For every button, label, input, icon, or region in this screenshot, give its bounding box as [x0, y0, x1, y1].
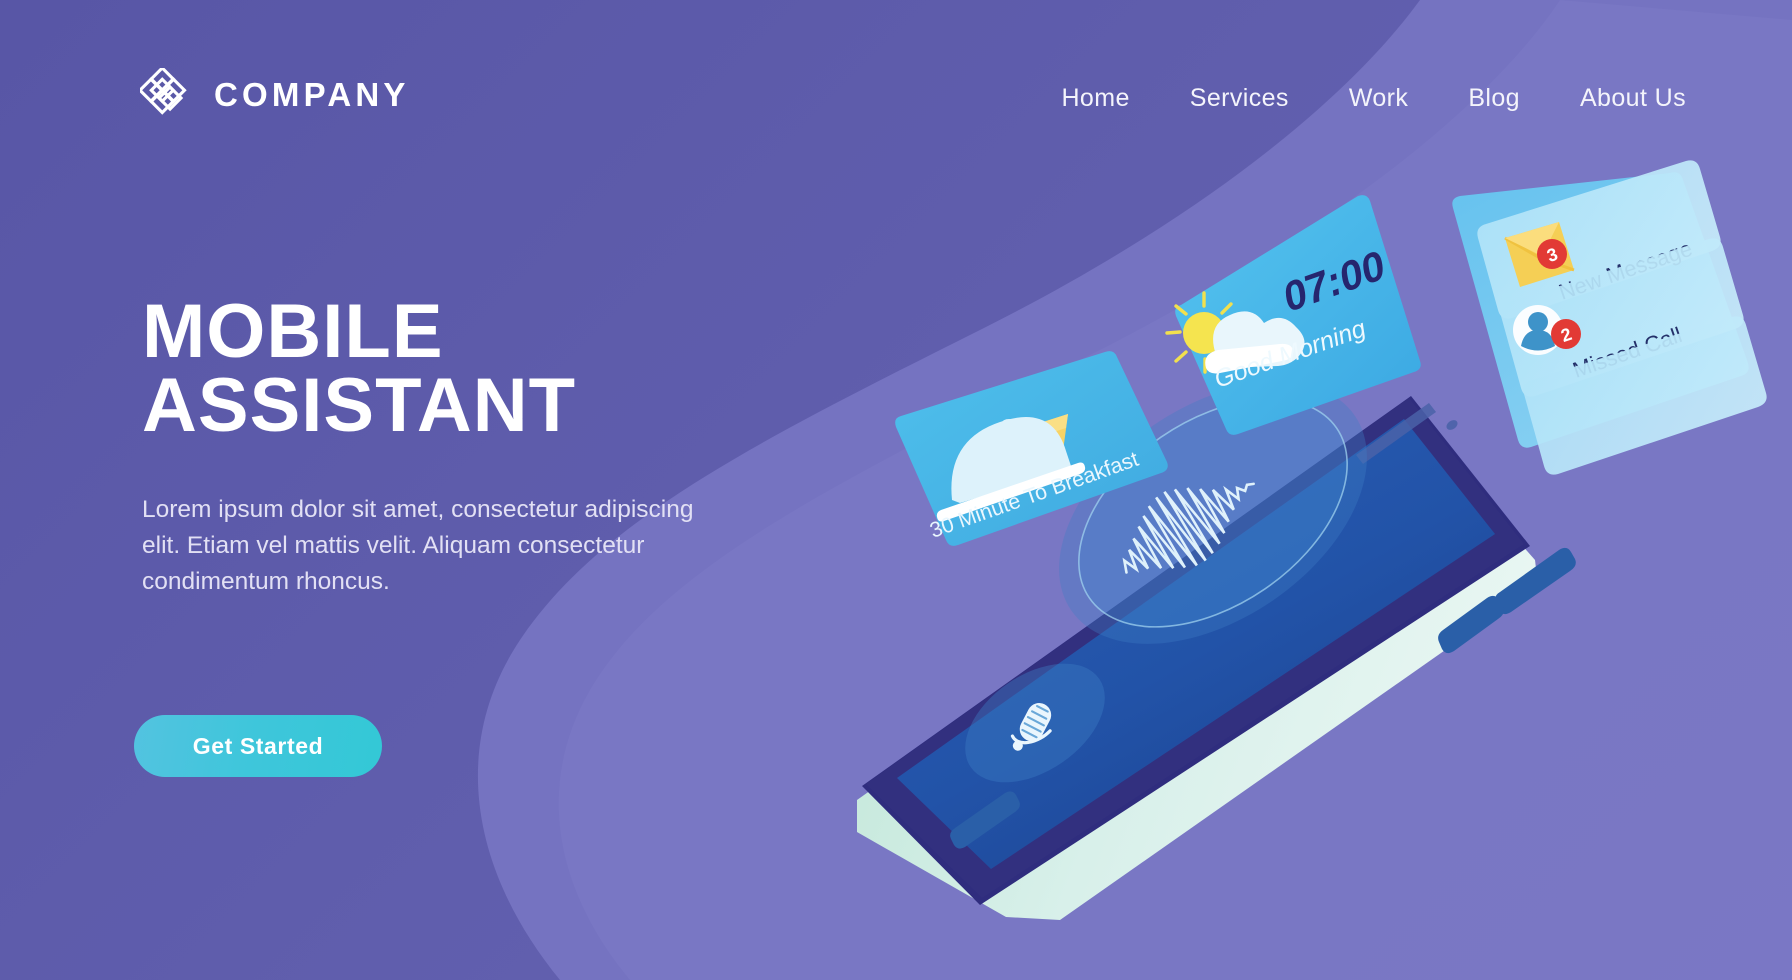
main-navigation: Home Services Work Blog About Us: [1031, 84, 1716, 113]
badge-new-message: 3: [1537, 239, 1567, 269]
site-header: COMPANY Home Services Work Blog About Us: [0, 0, 1792, 190]
nav-item-work[interactable]: Work: [1319, 84, 1438, 113]
nav-item-services[interactable]: Services: [1160, 84, 1319, 113]
nav-item-blog[interactable]: Blog: [1438, 84, 1550, 113]
badge-missed-call: 2: [1551, 319, 1581, 349]
interlocking-diamond-logo-icon: [140, 68, 187, 115]
hero-paragraph: Lorem ipsum dolor sit amet, consectetur …: [142, 495, 694, 596]
brand[interactable]: COMPANY: [140, 68, 410, 120]
brand-name: COMPANY: [214, 75, 410, 113]
notifications-card[interactable]: 3 New Message 2 Missed Call: [1452, 160, 1767, 475]
landing-page: COMPANY Home Services Work Blog About Us…: [0, 0, 1792, 980]
page-title-line-2: ASSISTANT: [142, 363, 577, 449]
nav-item-about-us[interactable]: About Us: [1550, 84, 1716, 113]
page-title-line-1: MOBILE: [142, 289, 444, 374]
get-started-button[interactable]: Get Started: [134, 715, 382, 777]
nav-item-home[interactable]: Home: [1031, 84, 1159, 113]
page-title: MOBILE ASSISTANT: [142, 294, 842, 449]
hero-copy: MOBILE ASSISTANT Lorem ipsum dolor sit a…: [142, 294, 842, 601]
